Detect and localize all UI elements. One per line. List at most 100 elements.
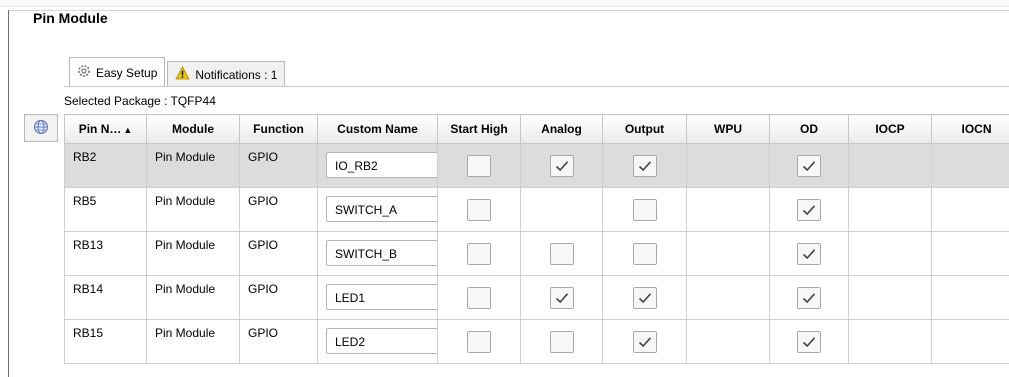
- table-row[interactable]: RB2 Pin Module GPIO IO_RB2: [64, 143, 1009, 188]
- column-header-custom-name[interactable]: Custom Name: [317, 114, 438, 144]
- cell-iocp: [848, 187, 932, 232]
- column-header-analog[interactable]: Analog: [520, 114, 603, 144]
- cell-iocp: [848, 143, 932, 188]
- cell-module: Pin Module: [146, 143, 240, 188]
- table-row[interactable]: RB15 Pin Module GPIO LED2: [64, 319, 1009, 364]
- cell-custom-name: SWITCH_B: [317, 231, 440, 276]
- top-cropped-strip: [0, 0, 1009, 7]
- analog-checkbox[interactable]: [549, 242, 574, 265]
- output-checkbox[interactable]: [632, 154, 657, 177]
- cell-start-high: [437, 275, 521, 320]
- cell-iocp: [848, 319, 932, 364]
- table-row[interactable]: RB13 Pin Module GPIO SWITCH_B: [64, 231, 1009, 276]
- cell-function: GPIO: [239, 275, 318, 320]
- column-header-pin[interactable]: Pin N… ▲: [64, 114, 147, 144]
- panel-top-border: [8, 10, 1009, 11]
- od-checkbox[interactable]: [797, 242, 821, 265]
- table-row[interactable]: RB14 Pin Module GPIO LED1: [64, 275, 1009, 320]
- globe-icon: [33, 119, 49, 138]
- cell-analog: [520, 187, 603, 232]
- function-name: GPIO: [248, 282, 279, 296]
- custom-name-input[interactable]: SWITCH_B: [326, 240, 440, 266]
- tab-notifications-label: Notifications : 1: [195, 67, 278, 82]
- panel-left-border: [8, 10, 9, 377]
- od-checkbox[interactable]: [797, 154, 821, 177]
- start-high-checkbox[interactable]: [467, 154, 491, 177]
- od-checkbox[interactable]: [797, 330, 821, 353]
- function-name: GPIO: [248, 326, 279, 340]
- tab-notifications[interactable]: Notifications : 1: [167, 61, 286, 87]
- custom-name-input[interactable]: LED1: [326, 284, 440, 310]
- analog-checkbox[interactable]: [549, 330, 574, 353]
- function-name: GPIO: [248, 194, 279, 208]
- cell-function: GPIO: [239, 187, 318, 232]
- cell-pin: RB15: [64, 319, 147, 364]
- cell-output: [602, 275, 687, 320]
- cell-iocn: [931, 319, 1009, 364]
- start-high-checkbox[interactable]: [467, 198, 491, 221]
- cell-od: [769, 231, 849, 276]
- start-high-checkbox[interactable]: [467, 330, 491, 353]
- column-header-start-high[interactable]: Start High: [437, 114, 521, 144]
- column-header-iocn[interactable]: IOCN: [931, 114, 1009, 144]
- output-checkbox[interactable]: [632, 330, 657, 353]
- analog-checkbox[interactable]: [549, 154, 574, 177]
- table-row[interactable]: RB5 Pin Module GPIO SWITCH_A: [64, 187, 1009, 232]
- cell-analog: [520, 319, 603, 364]
- cell-analog: [520, 231, 603, 276]
- cell-start-high: [437, 231, 521, 276]
- output-checkbox[interactable]: [632, 242, 657, 265]
- table-header-row: Pin N… ▲ Module Function Custom Name Star…: [64, 114, 1009, 144]
- cell-od: [769, 187, 849, 232]
- column-header-iocp[interactable]: IOCP: [848, 114, 932, 144]
- cell-output: [602, 319, 687, 364]
- checkmark-icon: [802, 204, 816, 215]
- module-name: Pin Module: [155, 326, 216, 340]
- cell-custom-name: SWITCH_A: [317, 187, 440, 232]
- pin-table: Pin N… ▲ Module Function Custom Name Star…: [64, 114, 1009, 364]
- od-checkbox[interactable]: [797, 286, 821, 309]
- cell-wpu: [686, 319, 770, 364]
- column-header-wpu[interactable]: WPU: [686, 114, 770, 144]
- cell-output: [602, 143, 687, 188]
- custom-name-input[interactable]: SWITCH_A: [326, 196, 440, 222]
- od-checkbox[interactable]: [797, 198, 821, 221]
- cell-analog: [520, 275, 603, 320]
- column-header-od[interactable]: OD: [769, 114, 849, 144]
- custom-name-input[interactable]: IO_RB2: [326, 152, 440, 178]
- custom-name-input[interactable]: LED2: [326, 328, 440, 354]
- column-header-module[interactable]: Module: [146, 114, 240, 144]
- warning-icon: [175, 66, 191, 83]
- tab-easy-setup[interactable]: Easy Setup: [69, 57, 166, 87]
- cell-wpu: [686, 143, 770, 188]
- cell-od: [769, 275, 849, 320]
- cell-pin: RB14: [64, 275, 147, 320]
- cell-module: Pin Module: [146, 319, 240, 364]
- cell-iocp: [848, 231, 932, 276]
- pin-name: RB15: [73, 326, 104, 340]
- start-high-checkbox[interactable]: [467, 286, 491, 309]
- checkmark-icon: [638, 292, 651, 303]
- gear-icon: [77, 64, 91, 81]
- tab-easy-setup-label: Easy Setup: [96, 65, 158, 80]
- cell-function: GPIO: [239, 143, 318, 188]
- module-name: Pin Module: [155, 194, 216, 208]
- cell-output: [602, 231, 687, 276]
- analog-checkbox[interactable]: [549, 286, 574, 309]
- cell-start-high: [437, 319, 521, 364]
- cell-iocn: [931, 143, 1009, 188]
- column-header-function[interactable]: Function: [239, 114, 318, 144]
- globe-button[interactable]: [24, 114, 58, 142]
- start-high-checkbox[interactable]: [467, 242, 491, 265]
- function-name: GPIO: [248, 238, 279, 252]
- cell-iocn: [931, 187, 1009, 232]
- module-name: Pin Module: [155, 238, 216, 252]
- sort-ascending-icon: ▲: [123, 125, 133, 135]
- cell-od: [769, 143, 849, 188]
- column-header-output[interactable]: Output: [602, 114, 687, 144]
- cell-analog: [520, 143, 603, 188]
- output-checkbox[interactable]: [632, 286, 657, 309]
- output-checkbox[interactable]: [632, 198, 657, 221]
- cell-custom-name: LED1: [317, 275, 440, 320]
- checkmark-icon: [802, 336, 816, 347]
